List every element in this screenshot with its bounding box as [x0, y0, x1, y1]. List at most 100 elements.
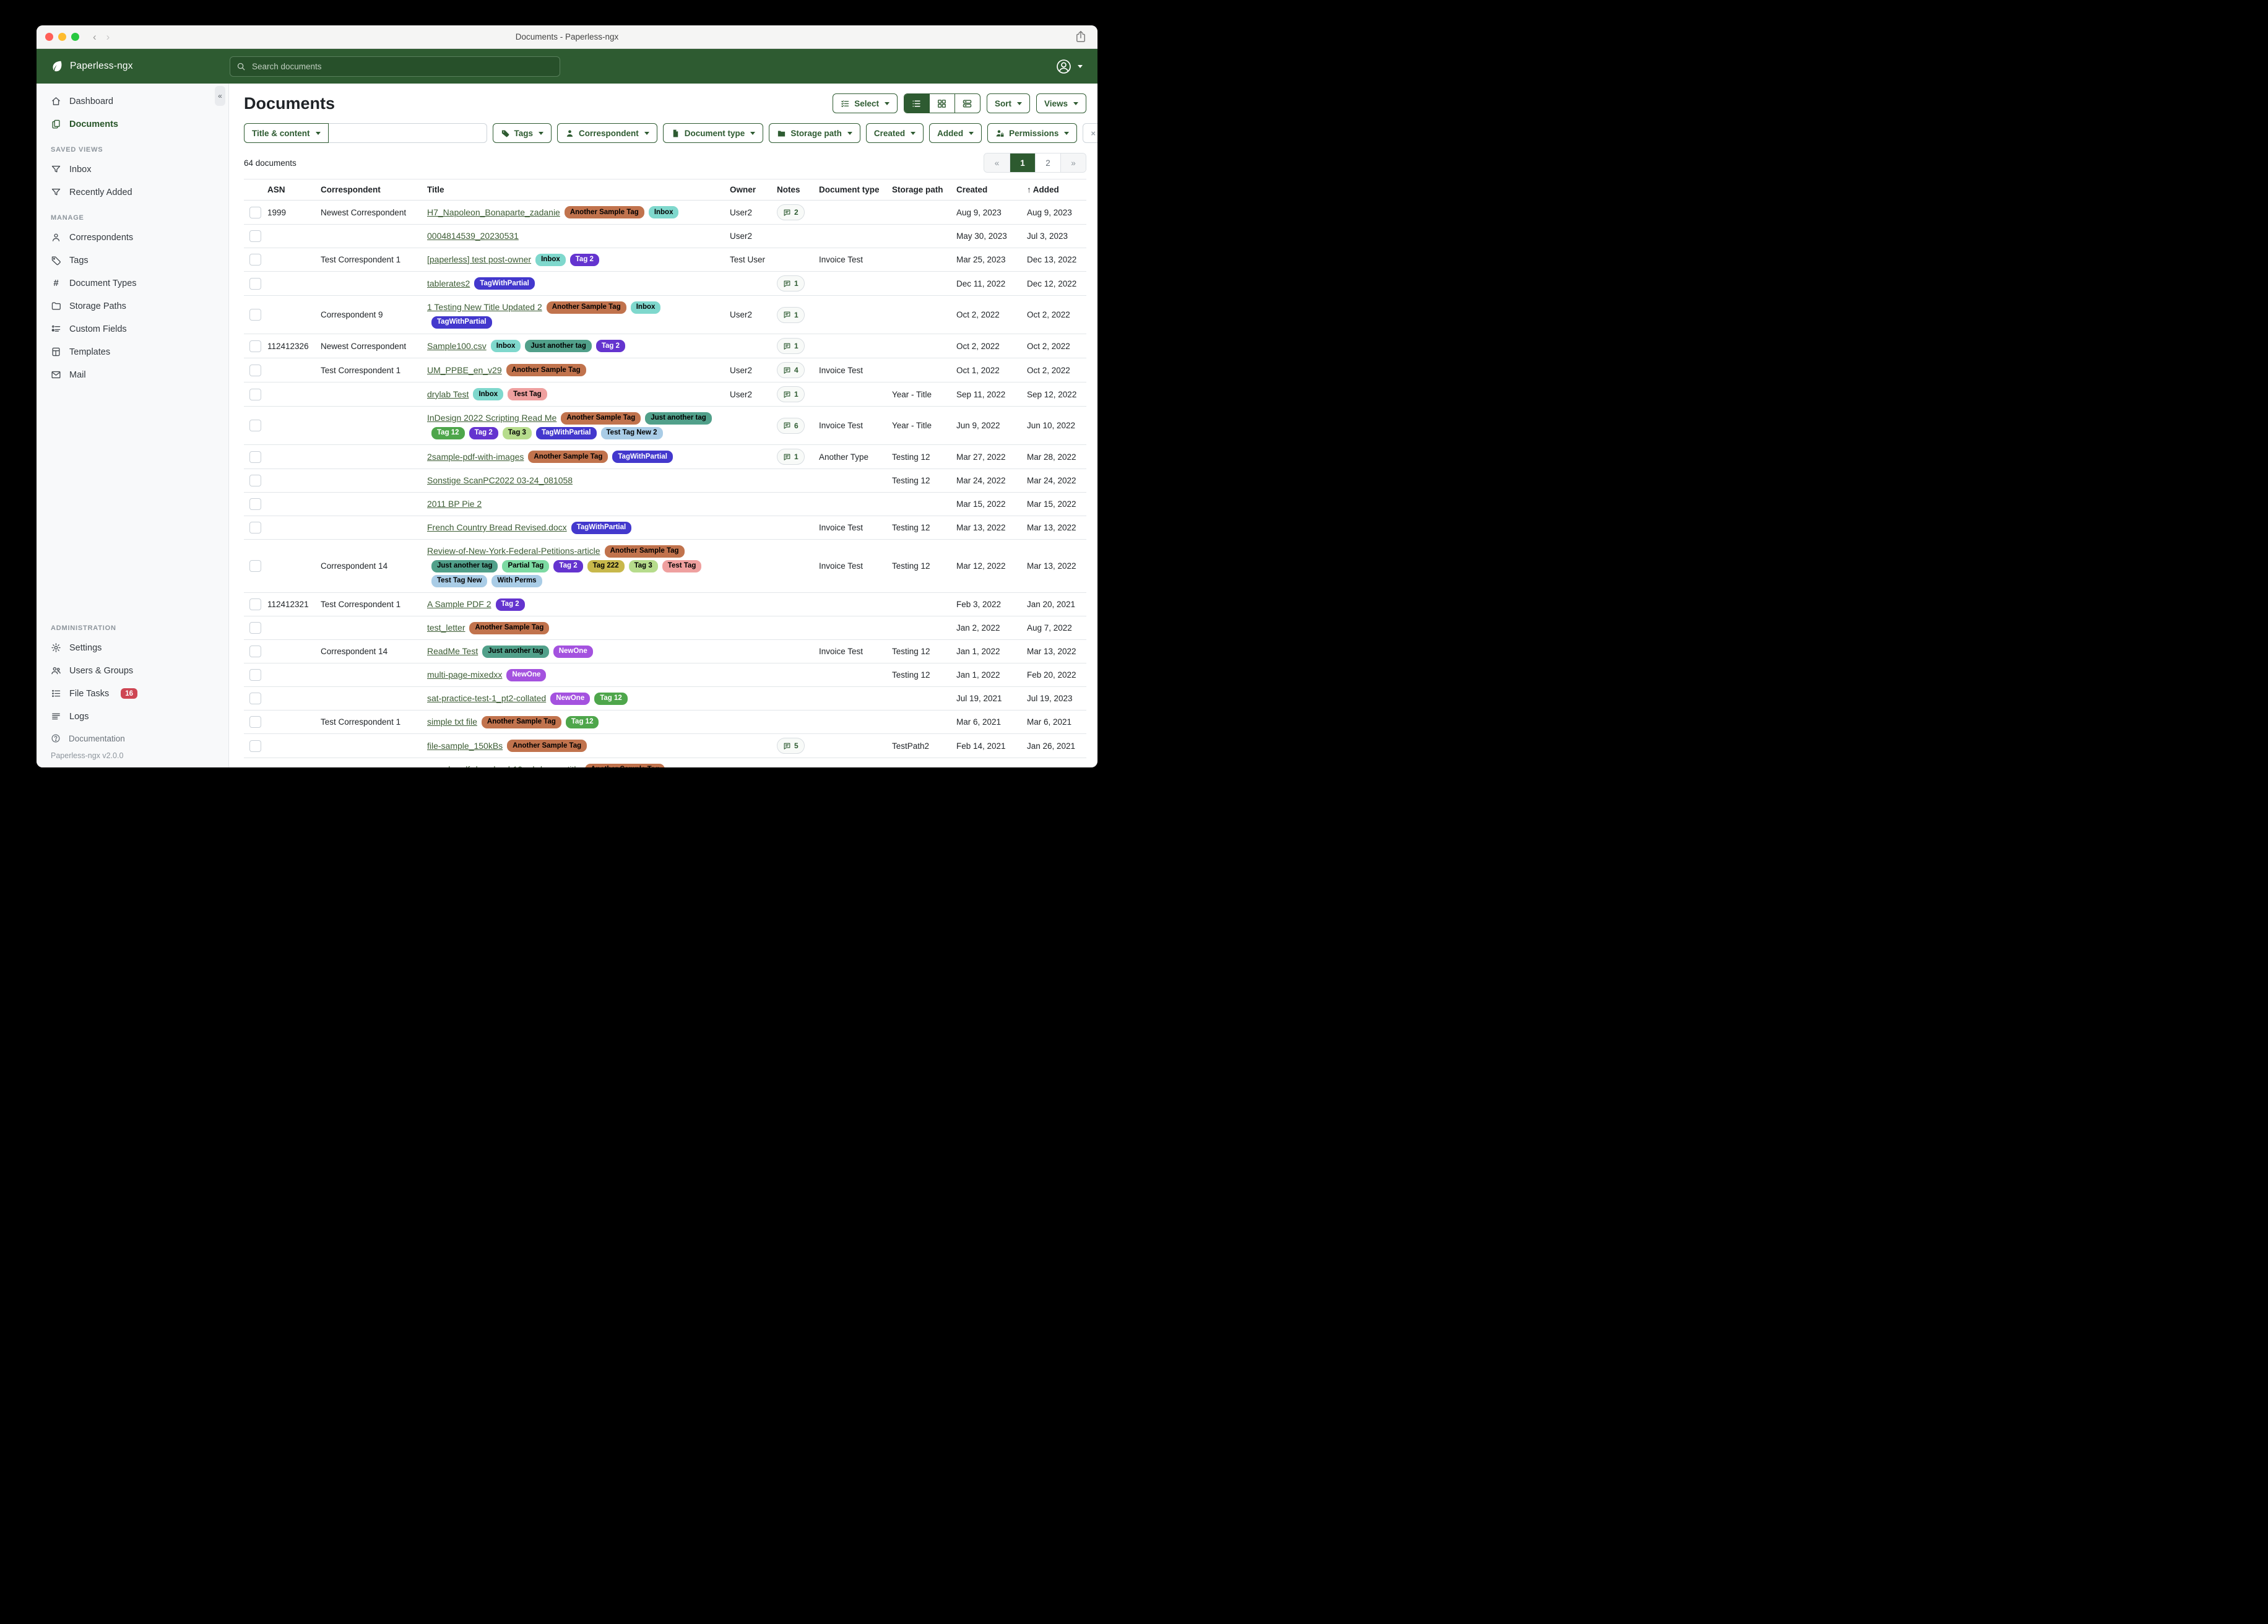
- tag-chip[interactable]: Tag 2: [570, 254, 599, 266]
- pagination-page-1[interactable]: 1: [1010, 153, 1035, 172]
- views-button[interactable]: Views: [1036, 93, 1086, 113]
- row-checkbox[interactable]: [249, 646, 261, 657]
- tag-chip[interactable]: Another Sample Tag: [585, 764, 665, 768]
- document-title-link[interactable]: InDesign 2022 Scripting Read Me: [427, 413, 556, 423]
- correspondent-filter-button[interactable]: Correspondent: [557, 123, 657, 143]
- row-checkbox[interactable]: [249, 309, 261, 321]
- sidebar-item-file-tasks[interactable]: File Tasks16: [37, 682, 228, 705]
- sidebar-collapse-button[interactable]: «: [215, 86, 225, 106]
- sidebar-item-recently-added[interactable]: Recently Added: [37, 181, 228, 204]
- pagination-page-2[interactable]: 2: [1035, 153, 1060, 172]
- document-title-link[interactable]: H7_Napoleon_Bonaparte_zadanie: [427, 207, 560, 217]
- tag-chip[interactable]: Tag 2: [553, 560, 582, 572]
- tag-chip[interactable]: Another Sample Tag: [506, 364, 586, 376]
- document-type-filter-button[interactable]: Document type: [663, 123, 764, 143]
- notes-badge[interactable]: 2: [777, 204, 805, 220]
- tag-chip[interactable]: Test Tag New: [431, 575, 487, 587]
- column-header-document-type[interactable]: Document type: [819, 185, 889, 194]
- pagination-next-button[interactable]: »: [1060, 153, 1086, 172]
- tag-chip[interactable]: TagWithPartial: [571, 522, 632, 534]
- column-header-asn[interactable]: ASN: [267, 185, 318, 194]
- correspondent-cell[interactable]: Correspondent 14: [321, 647, 425, 656]
- tag-chip[interactable]: Tag 12: [594, 693, 628, 705]
- row-checkbox[interactable]: [249, 560, 261, 572]
- tag-chip[interactable]: Tag 3: [503, 427, 532, 439]
- document-type-cell[interactable]: Invoice Test: [819, 421, 889, 430]
- forward-icon[interactable]: ›: [106, 32, 110, 42]
- tag-chip[interactable]: Inbox: [473, 388, 503, 400]
- column-header-added[interactable]: ↑Added: [1027, 185, 1086, 194]
- column-header-owner[interactable]: Owner: [730, 185, 774, 194]
- tag-chip[interactable]: NewOne: [550, 693, 590, 705]
- tag-chip[interactable]: TagWithPartial: [431, 316, 492, 329]
- column-header-notes[interactable]: Notes: [777, 185, 816, 194]
- row-checkbox[interactable]: [249, 475, 261, 486]
- share-icon[interactable]: [1074, 30, 1088, 43]
- tag-chip[interactable]: Tag 222: [587, 560, 625, 572]
- row-checkbox[interactable]: [249, 740, 261, 752]
- document-title-link[interactable]: multi-page-mixedxx: [427, 670, 502, 680]
- sidebar-item-custom-fields[interactable]: Custom Fields: [37, 317, 228, 340]
- document-title-link[interactable]: sat-practice-test-1_pt2-collated: [427, 693, 546, 703]
- sidebar-item-document-types[interactable]: #Document Types: [37, 272, 228, 295]
- row-checkbox[interactable]: [249, 598, 261, 610]
- grid-view-button[interactable]: [929, 94, 954, 113]
- storage-path-cell[interactable]: Testing 12: [892, 452, 954, 462]
- tag-chip[interactable]: Another Sample Tag: [482, 716, 561, 728]
- tag-chip[interactable]: Tag 2: [469, 427, 498, 439]
- document-type-cell[interactable]: Invoice Test: [819, 255, 889, 264]
- tag-chip[interactable]: Another Sample Tag: [528, 451, 608, 463]
- close-window-button[interactable]: [45, 33, 53, 41]
- tag-chip[interactable]: Another Sample Tag: [469, 622, 549, 634]
- storage-path-filter-button[interactable]: Storage path: [769, 123, 860, 143]
- notes-badge[interactable]: 1: [777, 307, 805, 323]
- document-title-link[interactable]: A Sample PDF 2: [427, 599, 491, 609]
- sidebar-item-inbox[interactable]: Inbox: [37, 158, 228, 181]
- row-checkbox[interactable]: [249, 669, 261, 681]
- tag-chip[interactable]: Just another tag: [431, 560, 498, 572]
- sidebar-item-dashboard[interactable]: Dashboard: [37, 90, 228, 113]
- row-checkbox[interactable]: [249, 389, 261, 400]
- document-title-link[interactable]: drylab Test: [427, 389, 469, 399]
- tag-chip[interactable]: Another Sample Tag: [605, 545, 685, 558]
- correspondent-cell[interactable]: Correspondent 14: [321, 561, 425, 571]
- document-title-link[interactable]: Sonstige ScanPC2022 03-24_081058: [427, 475, 573, 485]
- document-title-link[interactable]: 2011 BP Pie 2: [427, 499, 482, 509]
- sidebar-item-logs[interactable]: Logs: [37, 705, 228, 728]
- sidebar-item-correspondents[interactable]: Correspondents: [37, 226, 228, 249]
- column-header-storage-path[interactable]: Storage path: [892, 185, 954, 194]
- row-checkbox[interactable]: [249, 207, 261, 218]
- row-checkbox[interactable]: [249, 230, 261, 242]
- sidebar-item-documents[interactable]: Documents: [37, 113, 228, 136]
- correspondent-cell[interactable]: Newest Correspondent: [321, 342, 425, 351]
- notes-badge[interactable]: 6: [777, 418, 805, 434]
- tag-chip[interactable]: Just another tag: [525, 340, 591, 352]
- tag-chip[interactable]: Partial Tag: [502, 560, 549, 572]
- storage-path-cell[interactable]: Testing 12: [892, 476, 954, 485]
- sort-button[interactable]: Sort: [987, 93, 1030, 113]
- row-checkbox[interactable]: [249, 451, 261, 463]
- tag-chip[interactable]: Test Tag: [508, 388, 547, 400]
- added-filter-button[interactable]: Added: [929, 123, 982, 143]
- tags-filter-button[interactable]: Tags: [493, 123, 552, 143]
- tag-chip[interactable]: Inbox: [535, 254, 566, 266]
- sidebar-item-documentation[interactable]: Documentation: [37, 728, 228, 749]
- tag-chip[interactable]: NewOne: [506, 669, 546, 681]
- row-checkbox[interactable]: [249, 278, 261, 290]
- row-checkbox[interactable]: [249, 716, 261, 728]
- tag-chip[interactable]: Tag 12: [431, 427, 465, 439]
- document-title-link[interactable]: 1 Testing New Title Updated 2: [427, 302, 542, 312]
- storage-path-cell[interactable]: Testing 12: [892, 647, 954, 656]
- tag-chip[interactable]: TagWithPartial: [612, 451, 673, 463]
- created-filter-button[interactable]: Created: [866, 123, 924, 143]
- sidebar-item-mail[interactable]: Mail: [37, 363, 228, 386]
- tag-chip[interactable]: Just another tag: [482, 646, 548, 658]
- document-type-cell[interactable]: Invoice Test: [819, 561, 889, 571]
- document-title-link[interactable]: file-sample_150kBs: [427, 741, 503, 751]
- column-header-title[interactable]: Title: [427, 185, 727, 194]
- sidebar-item-settings[interactable]: Settings: [37, 636, 228, 659]
- permissions-filter-button[interactable]: Permissions: [987, 123, 1077, 143]
- document-title-link[interactable]: Sample100.csv: [427, 341, 487, 351]
- correspondent-cell[interactable]: Test Correspondent 1: [321, 366, 425, 375]
- tag-chip[interactable]: Inbox: [631, 301, 661, 314]
